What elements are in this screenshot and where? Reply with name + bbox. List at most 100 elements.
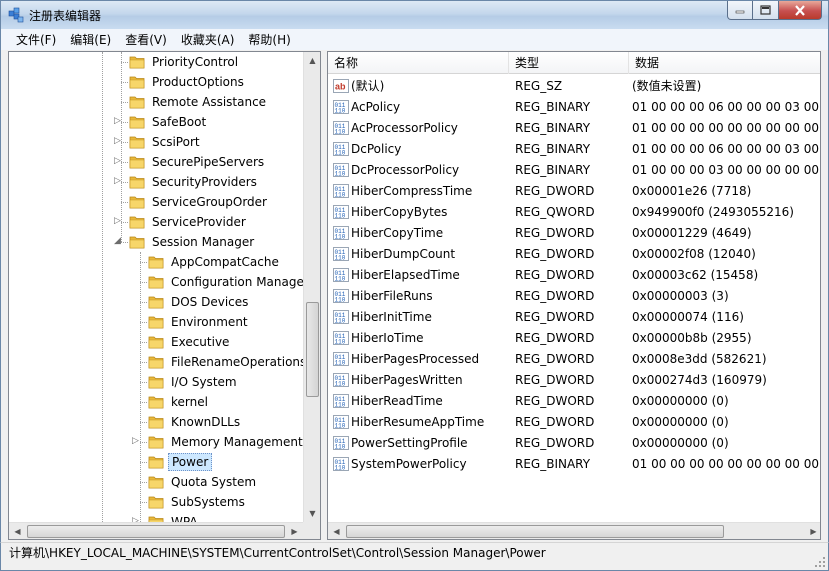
value-row[interactable]: 011 110 HiberCompressTime REG_DWORD 0x00001e… bbox=[328, 180, 820, 201]
scroll-right-arrow-icon[interactable]: ▶ bbox=[805, 523, 820, 539]
svg-text:110: 110 bbox=[335, 170, 346, 177]
column-header-type[interactable]: 类型 bbox=[509, 52, 629, 74]
value-data: 0x00001229 (4649) bbox=[632, 225, 752, 240]
value-row[interactable]: 011 110 PowerSettingProfile REG_DWORD 0x0000… bbox=[328, 432, 820, 453]
key-tree[interactable]: PriorityControl ProductOptions Remote Assi… bbox=[9, 52, 305, 522]
menu-favorites[interactable]: 收藏夹(A) bbox=[174, 30, 242, 50]
value-name-cell: 011 110 DcProcessorPolicy bbox=[328, 162, 509, 178]
value-row[interactable]: 011 110 HiberReadTime REG_DWORD 0x00000000 (… bbox=[328, 390, 820, 411]
svg-text:110: 110 bbox=[335, 296, 346, 303]
tree-hscroll-thumb[interactable] bbox=[27, 525, 285, 538]
value-row[interactable]: 011 110 HiberCopyBytes REG_QWORD 0x949900f0 … bbox=[328, 201, 820, 222]
menu-file[interactable]: 文件(F) bbox=[9, 30, 63, 50]
scroll-right-arrow-icon[interactable]: ▶ bbox=[286, 523, 303, 539]
value-row[interactable]: 011 110 HiberIoTime REG_DWORD 0x00000b8b (29… bbox=[328, 327, 820, 348]
list-horizontal-scrollbar[interactable]: ◀ ▶ bbox=[328, 522, 820, 539]
tree-item[interactable]: ◢ Session Manager bbox=[114, 232, 257, 252]
binary-value-icon: 011 110 bbox=[333, 99, 349, 115]
value-data: 01 00 00 00 06 00 00 00 03 00 00 00 bbox=[632, 141, 820, 156]
value-row[interactable]: 011 110 HiberCopyTime REG_DWORD 0x00001229 (… bbox=[328, 222, 820, 243]
tree-item[interactable]: KnownDLLs bbox=[140, 412, 243, 432]
scroll-left-arrow-icon[interactable]: ◀ bbox=[9, 523, 26, 539]
value-type: REG_DWORD bbox=[515, 183, 595, 198]
tree-item[interactable]: ▷ ScsiPort bbox=[114, 132, 203, 152]
tree-item[interactable]: ▷ SafeBoot bbox=[114, 112, 209, 132]
value-row[interactable]: 011 110 HiberPagesProcessed REG_DWORD 0x0008… bbox=[328, 348, 820, 369]
value-row[interactable]: 011 110 AcProcessorPolicy REG_BINARY 01 00 0… bbox=[328, 117, 820, 138]
tree-item[interactable]: AppCompatCache bbox=[140, 252, 282, 272]
tree-item[interactable]: DOS Devices bbox=[140, 292, 251, 312]
tree-guide-line bbox=[121, 222, 128, 223]
tree-item[interactable]: ServiceGroupOrder bbox=[121, 192, 270, 212]
tree-item[interactable]: ▷ WPA bbox=[132, 512, 201, 522]
scroll-left-arrow-icon[interactable]: ◀ bbox=[328, 523, 345, 539]
value-row[interactable]: 011 110 AcPolicy REG_BINARY 01 00 00 00 06 0… bbox=[328, 96, 820, 117]
value-row[interactable]: 011 110 HiberFileRuns REG_DWORD 0x00000003 (… bbox=[328, 285, 820, 306]
column-header-data[interactable]: 数据 bbox=[629, 52, 820, 74]
string-value-icon: ab bbox=[333, 78, 349, 94]
tree-item[interactable]: PriorityControl bbox=[121, 52, 241, 72]
value-row[interactable]: 011 110 HiberResumeAppTime REG_DWORD 0x00000… bbox=[328, 411, 820, 432]
folder-icon bbox=[148, 375, 164, 389]
tree-item[interactable]: FileRenameOperations bbox=[140, 352, 305, 372]
tree-vscroll-thumb[interactable] bbox=[306, 302, 319, 397]
tree-item[interactable]: SubSystems bbox=[140, 492, 248, 512]
tree-item[interactable]: ▷ Memory Management bbox=[132, 432, 305, 452]
binary-value-icon: 011 110 bbox=[333, 141, 349, 157]
tree-guide-line bbox=[121, 202, 128, 203]
value-row[interactable]: 011 110 HiberElapsedTime REG_DWORD 0x00003c6… bbox=[328, 264, 820, 285]
tree-item[interactable]: Remote Assistance bbox=[121, 92, 269, 112]
title-bar[interactable]: 注册表编辑器 bbox=[0, 0, 829, 29]
scroll-up-arrow-icon[interactable]: ▲ bbox=[304, 52, 320, 69]
scroll-down-arrow-icon[interactable]: ▼ bbox=[304, 505, 320, 522]
menu-view[interactable]: 查看(V) bbox=[118, 30, 174, 50]
tree-vertical-scrollbar[interactable]: ▲ ▼ bbox=[303, 52, 320, 522]
value-name: HiberCopyTime bbox=[351, 225, 444, 240]
value-name-cell: 011 110 HiberIoTime bbox=[328, 330, 509, 346]
value-name-cell: 011 110 PowerSettingProfile bbox=[328, 435, 509, 451]
column-header-name[interactable]: 名称 bbox=[328, 52, 509, 74]
menu-help[interactable]: 帮助(H) bbox=[241, 30, 297, 50]
tree-item[interactable]: Executive bbox=[140, 332, 232, 352]
value-name: HiberDumpCount bbox=[351, 246, 456, 261]
close-button[interactable] bbox=[779, 1, 822, 20]
list-header: 名称 类型 数据 bbox=[328, 52, 820, 74]
value-row[interactable]: 011 110 HiberDumpCount REG_DWORD 0x00002f08 … bbox=[328, 243, 820, 264]
tree-horizontal-scrollbar[interactable]: ◀ ▶ bbox=[9, 522, 303, 539]
value-row[interactable]: 011 110 DcPolicy REG_BINARY 01 00 00 00 06 0… bbox=[328, 138, 820, 159]
tree-guide-line bbox=[140, 282, 147, 283]
tree-item[interactable]: kernel bbox=[140, 392, 211, 412]
tree-item-label: Environment bbox=[171, 315, 248, 329]
value-name: HiberCompressTime bbox=[351, 183, 473, 198]
svg-text:110: 110 bbox=[335, 128, 346, 135]
tree-item[interactable]: I/O System bbox=[140, 372, 240, 392]
maximize-button[interactable] bbox=[753, 1, 779, 20]
value-row[interactable]: 011 110 DcProcessorPolicy REG_BINARY 01 00 0… bbox=[328, 159, 820, 180]
key-tree-pane[interactable]: PriorityControl ProductOptions Remote Assi… bbox=[8, 51, 321, 540]
minimize-button[interactable] bbox=[727, 1, 753, 20]
tree-item[interactable]: ▷ SecurePipeServers bbox=[114, 152, 267, 172]
tree-item[interactable]: ▷ ServiceProvider bbox=[114, 212, 249, 232]
value-row[interactable]: ab (默认) REG_SZ (数值未设置) bbox=[328, 75, 820, 96]
value-data: 0x00000000 (0) bbox=[632, 414, 729, 429]
tree-item[interactable]: ProductOptions bbox=[121, 72, 247, 92]
binary-value-icon: 011 110 bbox=[333, 267, 349, 283]
value-type: REG_BINARY bbox=[515, 162, 591, 177]
tree-item-label: Memory Management bbox=[171, 435, 303, 449]
tree-item[interactable]: ▷ SecurityProviders bbox=[114, 172, 260, 192]
values-list-pane[interactable]: 名称 类型 数据 ab (默认) REG_SZ (数值未设置) 011 110 AcPoli… bbox=[327, 51, 821, 540]
resize-grip-icon[interactable] bbox=[814, 556, 826, 568]
value-data: 01 00 00 00 00 00 00 00 00 00 00 00 bbox=[632, 456, 820, 471]
tree-item[interactable]: Quota System bbox=[140, 472, 259, 492]
value-row[interactable]: 011 110 SystemPowerPolicy REG_BINARY 01 00 0… bbox=[328, 453, 820, 474]
tree-guide-line bbox=[140, 502, 147, 503]
menu-edit[interactable]: 编辑(E) bbox=[63, 30, 118, 50]
tree-item[interactable]: Power bbox=[140, 452, 213, 472]
value-row[interactable]: 011 110 HiberPagesWritten REG_DWORD 0x000274… bbox=[328, 369, 820, 390]
value-row[interactable]: 011 110 HiberInitTime REG_DWORD 0x00000074 (… bbox=[328, 306, 820, 327]
values-list[interactable]: ab (默认) REG_SZ (数值未设置) 011 110 AcPolicy REG_BIN… bbox=[328, 75, 820, 523]
value-data: 0x000274d3 (160979) bbox=[632, 372, 767, 387]
tree-item[interactable]: Environment bbox=[140, 312, 251, 332]
tree-item[interactable]: Configuration Manager bbox=[140, 272, 305, 292]
list-hscroll-thumb[interactable] bbox=[346, 525, 724, 538]
